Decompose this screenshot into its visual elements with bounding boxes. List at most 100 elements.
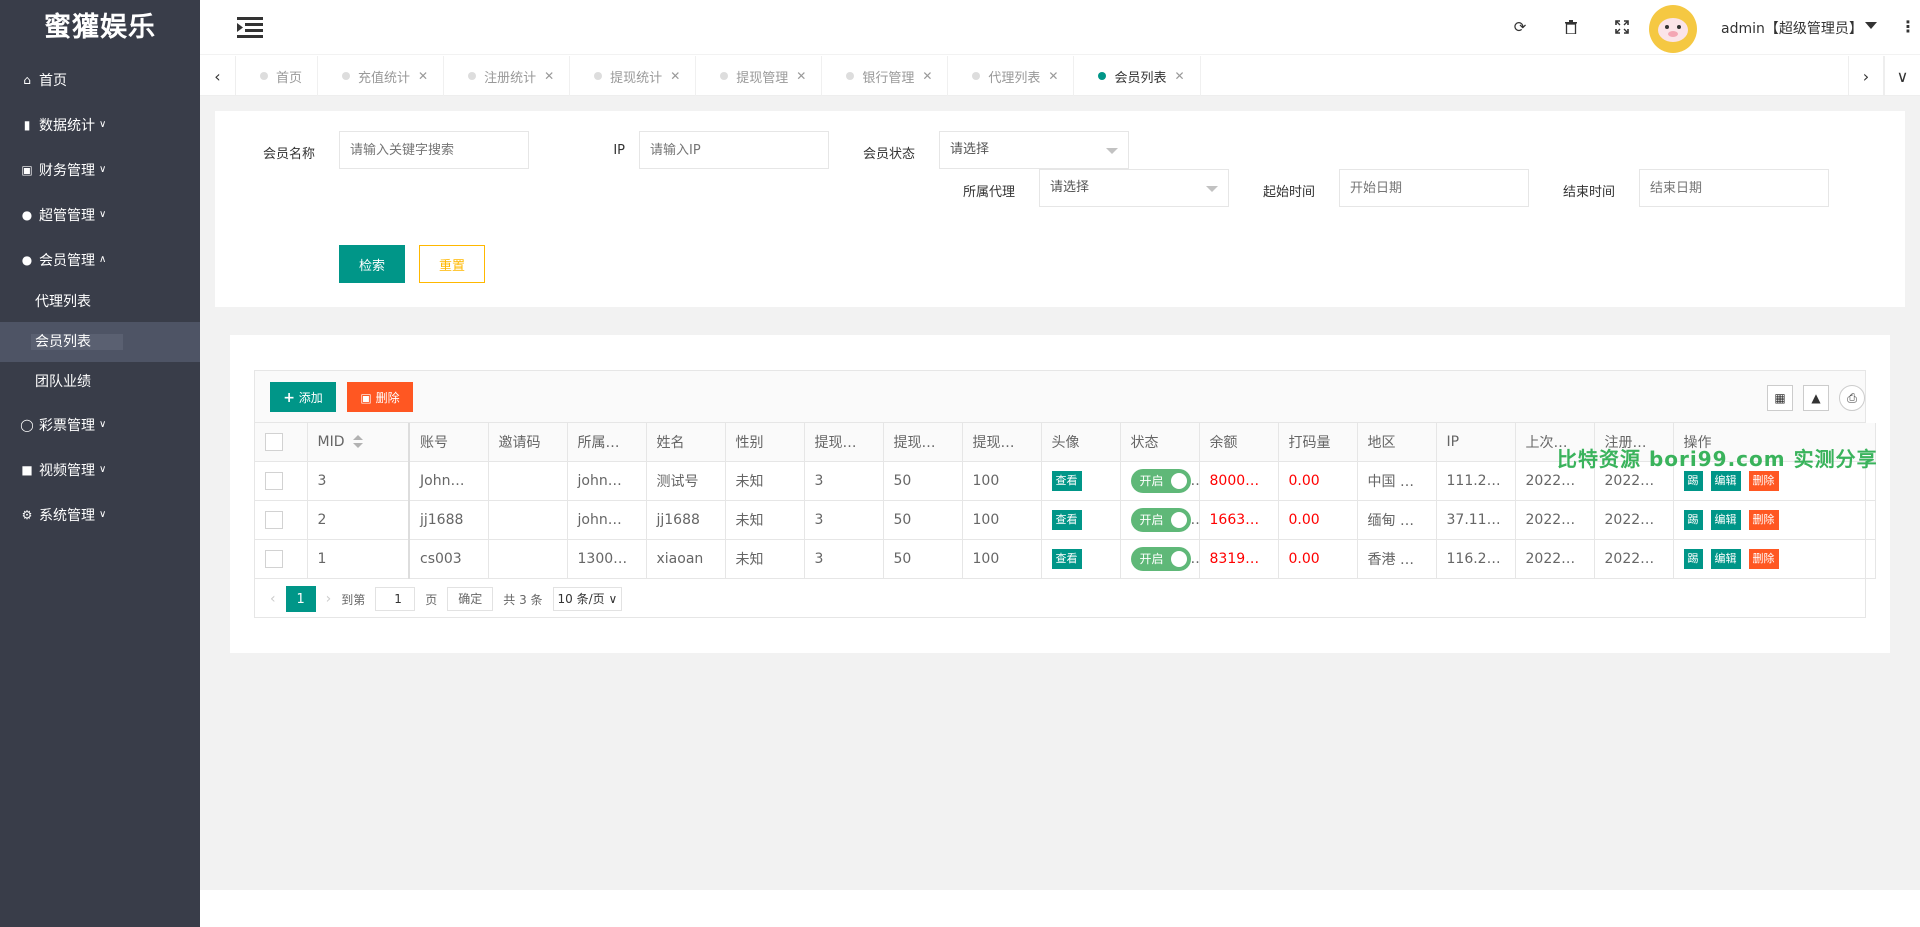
nav-home[interactable]: ⌂ 首页 [0, 57, 200, 102]
page-size-select[interactable]: 10 条/页 ∨ [552, 587, 623, 611]
avatar[interactable] [1649, 5, 1697, 53]
table-cell: 3 [804, 500, 884, 540]
ip-input[interactable] [639, 131, 829, 169]
row-checkbox[interactable] [265, 510, 283, 529]
pagination: ‹ 1 › 到第 页 确定 共 3 条 10 条/页 ∨ [255, 581, 1865, 617]
tab-recharge-stats[interactable]: 充值统计 ✕ [318, 56, 445, 96]
tab-withdraw-stats[interactable]: 提现统计 ✕ [570, 56, 697, 96]
start-date-input[interactable] [1339, 169, 1529, 207]
col-header[interactable]: MID [307, 423, 410, 462]
close-icon[interactable]: ✕ [670, 69, 680, 83]
table-cell: jj1688 [646, 500, 726, 540]
reset-button[interactable]: 重置 [419, 245, 485, 283]
kick-button[interactable]: 踢 [1683, 470, 1703, 491]
edit-button[interactable]: 编辑 [1710, 548, 1741, 569]
table-cell: cs003 [409, 539, 489, 579]
close-icon[interactable]: ✕ [922, 69, 932, 83]
nav-stats[interactable]: ▮ 数据统计 ∨ [0, 102, 200, 147]
kick-button[interactable]: 踢 [1683, 509, 1703, 530]
table-cell: john… [567, 500, 647, 540]
table-cell: 3 [804, 461, 884, 501]
tab-list: 首页 充值统计 ✕ 注册统计 ✕ 提现统计 ✕ 提现管理 ✕ 银行管理 ✕ 代理列表 ✕ 会… [236, 56, 1201, 96]
row-checkbox[interactable] [265, 471, 283, 490]
table-cell: 116.2… [1436, 539, 1516, 579]
fullscreen-icon[interactable] [1613, 18, 1631, 36]
nav-super-admin[interactable]: ● 超管管理 ∨ [0, 192, 200, 237]
toggle-knob [1170, 472, 1187, 489]
sub-member-list[interactable]: 会员列表 [0, 322, 200, 362]
row-delete-button[interactable]: 删除 [1748, 470, 1779, 491]
sort-icon[interactable] [352, 434, 363, 449]
delete-button[interactable]: ▣ 删除 [347, 382, 413, 412]
chevron-down-icon[interactable]: ∨ [1884, 56, 1920, 96]
goto-page-input[interactable] [375, 587, 416, 611]
nav-system[interactable]: ⚙ 系统管理 ∨ [0, 492, 200, 537]
trash-icon[interactable] [1562, 18, 1580, 36]
row-delete-button[interactable]: 删除 [1748, 548, 1779, 569]
print-icon[interactable]: ⎙ [1839, 385, 1865, 411]
col-header: 状态 [1120, 423, 1200, 462]
user-name[interactable]: admin【超级管理员】 [1721, 18, 1863, 38]
nav-finance[interactable]: ▣ 财务管理 ∨ [0, 147, 200, 192]
sub-team-performance[interactable]: 团队业绩 [0, 362, 200, 402]
select-all-checkbox[interactable] [265, 432, 283, 451]
export-icon[interactable]: ▲ [1803, 385, 1829, 411]
close-icon[interactable]: ✕ [1175, 69, 1185, 83]
kick-button[interactable]: 踢 [1683, 548, 1703, 569]
close-icon[interactable]: ✕ [418, 69, 428, 83]
tab-withdraw-manage[interactable]: 提现管理 ✕ [696, 56, 823, 96]
nav-video[interactable]: ■ 视频管理 ∨ [0, 447, 200, 492]
chevron-down-icon: ∨ [99, 464, 107, 475]
table-cell: 111.2… [1436, 461, 1516, 501]
table-row: 2 jj1688 john… jj1688 未知 3 50 100 查看 开启 1663… 0.00 缅… [255, 500, 1876, 540]
status-toggle[interactable]: 开启 [1130, 468, 1191, 493]
watermark: 比特资源 bori99.com 实测分享 [1557, 447, 1878, 471]
close-icon[interactable]: ✕ [1048, 69, 1058, 83]
view-avatar-button[interactable]: 查看 [1051, 509, 1082, 530]
nav-members[interactable]: ● 会员管理 ∧ [0, 237, 200, 282]
tab-bank-manage[interactable]: 银行管理 ✕ [822, 56, 949, 96]
table-cell: 50 [883, 500, 963, 540]
sub-agent-list[interactable]: 代理列表 [0, 282, 200, 322]
close-icon[interactable]: ✕ [796, 69, 806, 83]
view-avatar-button[interactable]: 查看 [1051, 548, 1082, 569]
table-cell [488, 500, 568, 540]
toggle-knob [1170, 511, 1187, 528]
edit-button[interactable]: 编辑 [1710, 509, 1741, 530]
add-button[interactable]: + 添加 [270, 382, 336, 412]
row-checkbox[interactable] [265, 549, 283, 568]
status-toggle[interactable]: 开启 [1130, 507, 1191, 532]
agent-label: 所属代理 [962, 185, 1015, 200]
more-vertical-icon[interactable]: ⋮ [1900, 17, 1916, 36]
home-icon: ⌂ [23, 72, 31, 87]
tab-member-list[interactable]: 会员列表 ✕ [1074, 56, 1201, 96]
row-delete-button[interactable]: 删除 [1748, 509, 1779, 530]
table-cell: 踢编辑 删除 [1673, 539, 1876, 579]
caret-down-icon[interactable] [1865, 22, 1877, 29]
columns-filter-icon[interactable]: ▦ [1767, 385, 1793, 411]
col-header: 打码量 [1278, 423, 1358, 462]
chevron-left-icon[interactable]: ‹ [200, 56, 236, 96]
goto-confirm-button[interactable]: 确定 [447, 587, 494, 611]
prev-page-icon[interactable]: ‹ [270, 591, 276, 607]
tab-home[interactable]: 首页 [236, 56, 319, 96]
table-cell: 3 [804, 539, 884, 579]
table-cell: 2022… [1594, 500, 1674, 540]
agent-select[interactable]: 请选择 [1039, 169, 1229, 207]
status-toggle[interactable]: 开启 [1130, 546, 1191, 571]
close-icon[interactable]: ✕ [544, 69, 554, 83]
tab-agent-list[interactable]: 代理列表 ✕ [948, 56, 1075, 96]
tab-register-stats[interactable]: 注册统计 ✕ [444, 56, 571, 96]
current-page[interactable]: 1 [285, 586, 316, 612]
member-status-select[interactable]: 请选择 [939, 131, 1129, 169]
member-name-input[interactable] [339, 131, 529, 169]
view-avatar-button[interactable]: 查看 [1051, 470, 1082, 491]
menu-toggle-icon[interactable] [237, 16, 263, 38]
next-page-icon[interactable]: › [326, 591, 332, 607]
end-date-input[interactable] [1639, 169, 1829, 207]
refresh-icon[interactable]: ⟳ [1511, 18, 1529, 36]
nav-lottery[interactable]: ◯ 彩票管理 ∨ [0, 402, 200, 447]
search-button[interactable]: 检索 [339, 245, 405, 283]
edit-button[interactable]: 编辑 [1710, 470, 1741, 491]
chevron-right-icon[interactable]: › [1848, 56, 1884, 96]
